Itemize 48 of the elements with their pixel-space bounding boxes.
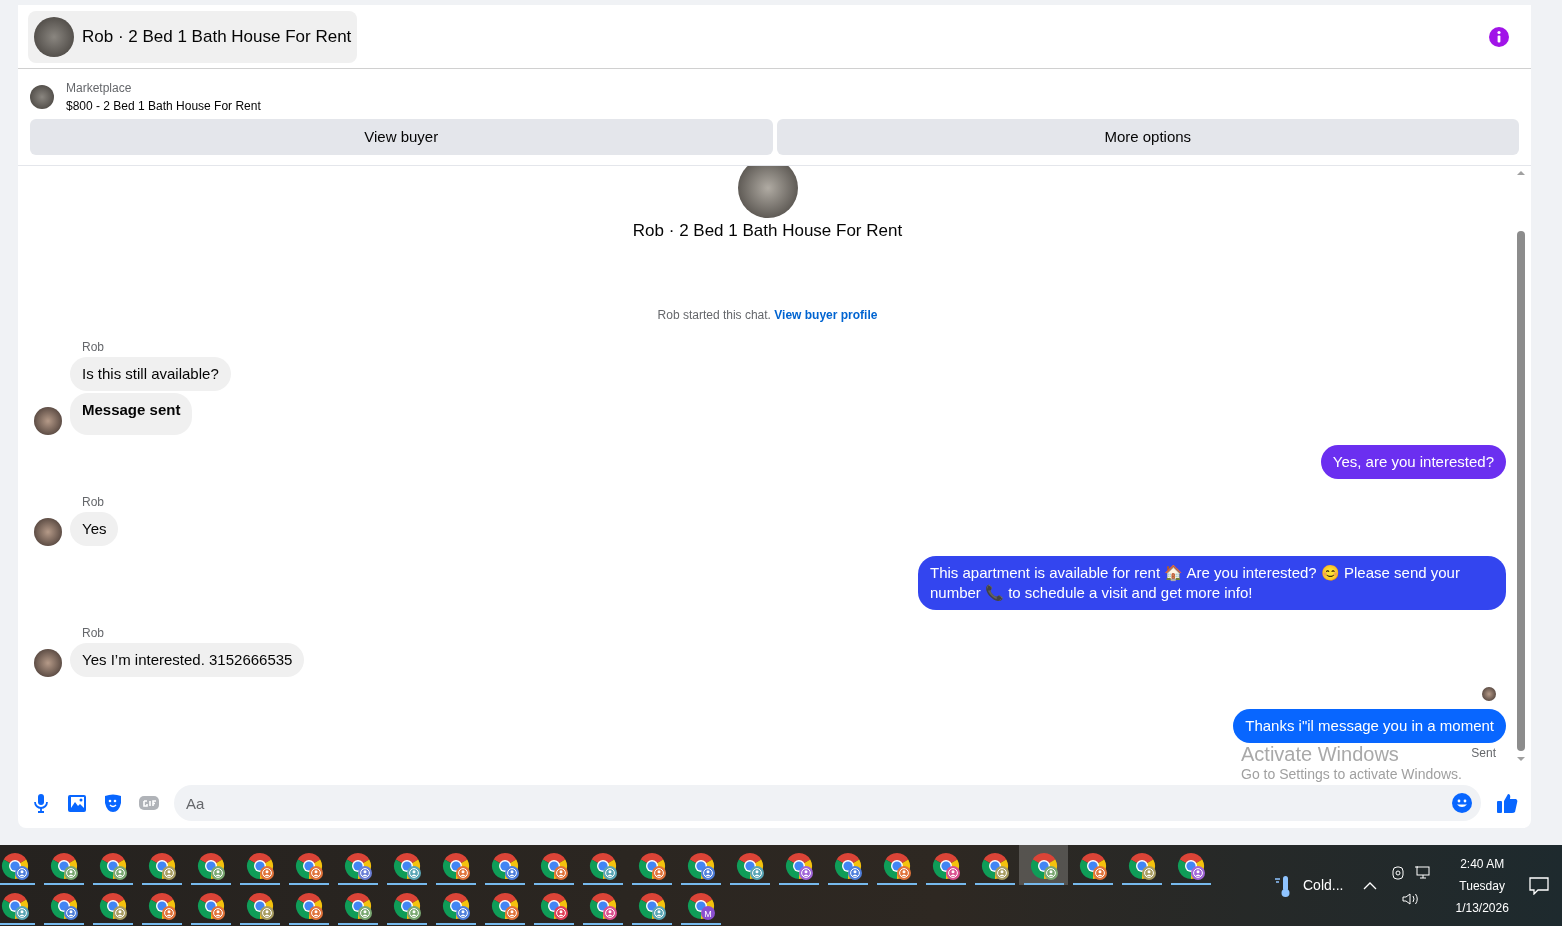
more-options-button[interactable]: More options (776, 119, 1519, 155)
network-icon[interactable] (1415, 865, 1432, 880)
clock[interactable]: 2:40 AM Tuesday 1/13/2026 (1455, 852, 1509, 919)
sender-name: Rob (82, 494, 104, 509)
message-bubble: Is this still available? (70, 356, 231, 391)
sender-name: Rob (82, 625, 104, 640)
user-avatar (1482, 686, 1496, 701)
message-bubble: This apartment is available for rent 🏠 Are you interested? 😊 Please send your number 📞 to schedule a visit and get more info! (918, 555, 1506, 610)
sender-name: Rob (82, 339, 104, 354)
chat-title: Rob · 2 Bed 1 Bath House For Rent (632, 220, 903, 242)
chat-start-note: Rob started this chat. View buyer profile (657, 306, 878, 324)
scrollbar-thumb[interactable] (1517, 231, 1525, 751)
message-bubble: Yes I’m interested. 3152666535 (70, 642, 305, 677)
chevron-up-icon[interactable] (1363, 880, 1378, 891)
listing-source: Marketplace (66, 80, 133, 97)
message-bubble: Thanks i"il message you in a moment (1233, 708, 1506, 743)
thumbs-up-icon[interactable] (1495, 791, 1519, 815)
speaker-icon[interactable] (1402, 891, 1421, 906)
user-avatar (34, 648, 62, 677)
emoji-icon[interactable] (1451, 792, 1473, 814)
camera-icon[interactable] (1391, 865, 1406, 880)
listing-thumbnail (30, 85, 54, 109)
taskbar-app-button[interactable]: M (676, 885, 725, 925)
user-avatar (34, 406, 62, 435)
user-avatar (34, 517, 62, 546)
listing-title: $800 - 2 Bed 1 Bath House For Rent (66, 98, 261, 115)
message-bubble: Yes, are you interested? (1320, 444, 1506, 479)
sticker-icon[interactable] (102, 792, 124, 814)
activation-notice-title: Activate Windows (1241, 742, 1400, 766)
listing-photo (737, 166, 798, 218)
message-bubble: Message sent (70, 392, 193, 435)
scroll-up-icon[interactable] (1516, 169, 1526, 177)
notification-icon[interactable] (1528, 876, 1549, 895)
view-buyer-button[interactable]: View buyer (30, 119, 773, 155)
listing-thumbnail (34, 16, 74, 57)
taskbar-app-button[interactable] (1019, 845, 1068, 885)
profile-letter-badge: M (700, 906, 715, 920)
delivery-status: Sent (1471, 744, 1496, 761)
weather-text[interactable]: Cold... (1303, 875, 1344, 896)
photo-icon[interactable] (66, 792, 88, 814)
message-field[interactable]: Aa (174, 785, 1481, 821)
info-icon[interactable] (1489, 26, 1509, 47)
activation-notice-text: Go to Settings to activate Windows. (1241, 766, 1462, 782)
scroll-down-icon[interactable] (1516, 755, 1526, 763)
conversation-title: Rob · 2 Bed 1 Bath House For Rent (82, 25, 352, 48)
buyer-profile-link[interactable]: View buyer profile (774, 307, 878, 322)
conversation-title-chip[interactable]: Rob · 2 Bed 1 Bath House For Rent (28, 10, 358, 63)
message-bubble: Yes (70, 511, 119, 546)
